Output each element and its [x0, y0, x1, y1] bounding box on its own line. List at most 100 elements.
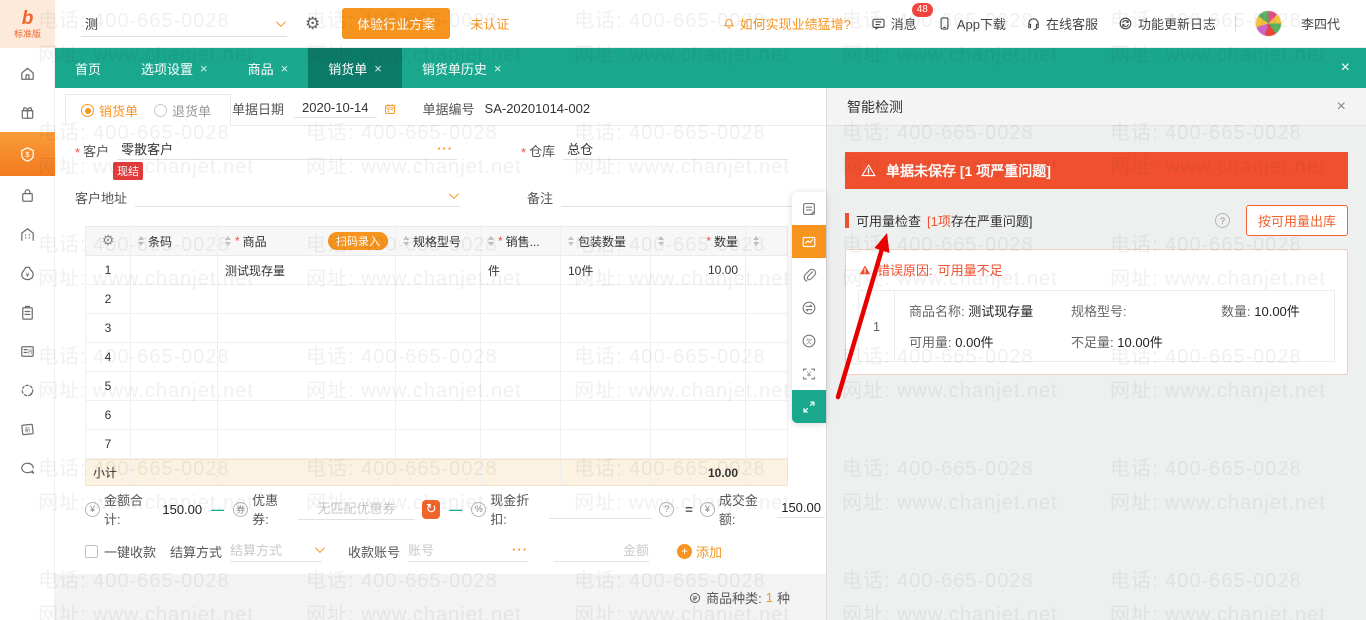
- avatar[interactable]: [1255, 10, 1282, 37]
- table-cell[interactable]: [396, 314, 481, 342]
- gear-icon[interactable]: ⚙: [305, 14, 320, 34]
- sidebar-item-new-doc[interactable]: 新: [0, 410, 55, 449]
- refresh-coupon-icon[interactable]: ↻: [422, 500, 440, 519]
- remark-input[interactable]: [561, 185, 791, 207]
- tabbar-close-icon[interactable]: ×: [1325, 59, 1366, 77]
- header-qty[interactable]: *数量: [651, 227, 746, 255]
- settle-method-input[interactable]: 结算方式: [230, 540, 322, 562]
- help-icon[interactable]: ?: [659, 502, 674, 517]
- tab-close-icon[interactable]: ×: [494, 61, 502, 76]
- table-cell[interactable]: [481, 372, 561, 400]
- customer-input[interactable]: 零散客户 ···: [117, 138, 457, 160]
- table-cell[interactable]: [651, 372, 746, 400]
- toolbar-paperclip-icon[interactable]: [792, 258, 826, 291]
- table-row[interactable]: 1测试现存量件10件10.00: [85, 256, 788, 285]
- cert-status[interactable]: 未认证: [470, 14, 509, 33]
- sidebar-item-sync[interactable]: [0, 371, 55, 410]
- table-cell[interactable]: [218, 430, 396, 458]
- table-cell[interactable]: [481, 285, 561, 313]
- toolbar-note-icon[interactable]: [792, 192, 826, 225]
- sort-icon[interactable]: [568, 236, 574, 246]
- doc-number-value[interactable]: SA-20201014-002: [485, 101, 591, 116]
- tab-close-icon[interactable]: ×: [374, 61, 382, 76]
- table-cell[interactable]: [561, 314, 651, 342]
- sort-icon[interactable]: [753, 236, 759, 246]
- sidebar-item-warehouse[interactable]: [0, 215, 55, 254]
- table-cell[interactable]: [481, 343, 561, 371]
- table-cell[interactable]: [218, 401, 396, 429]
- table-cell[interactable]: [746, 314, 787, 342]
- table-cell[interactable]: 测试现存量: [218, 256, 396, 284]
- table-cell[interactable]: [746, 343, 787, 371]
- table-cell[interactable]: [396, 285, 481, 313]
- table-cell[interactable]: [218, 285, 396, 313]
- sort-icon[interactable]: [658, 236, 664, 246]
- table-cell[interactable]: [561, 285, 651, 313]
- toolbar-yen-box-icon[interactable]: ¥: [792, 357, 826, 390]
- promo-link[interactable]: 如何实现业绩猛增?: [722, 14, 851, 33]
- table-cell[interactable]: [561, 401, 651, 429]
- table-cell[interactable]: [131, 372, 218, 400]
- table-cell[interactable]: [561, 430, 651, 458]
- add-payment-button[interactable]: +添加: [677, 542, 722, 561]
- table-row[interactable]: 7: [85, 430, 788, 459]
- ellipsis-picker-icon[interactable]: ···: [512, 542, 528, 557]
- address-input[interactable]: [135, 185, 460, 207]
- account-input[interactable]: 账号···: [408, 540, 528, 562]
- table-cell[interactable]: [218, 343, 396, 371]
- column-settings-icon[interactable]: ⚙: [102, 233, 115, 249]
- table-cell[interactable]: [481, 401, 561, 429]
- tab-商品[interactable]: 商品×: [228, 48, 309, 88]
- table-cell[interactable]: [131, 343, 218, 371]
- table-cell[interactable]: [131, 401, 218, 429]
- sidebar-item-shopping-bag[interactable]: [0, 176, 55, 215]
- warehouse-input[interactable]: 总仓: [563, 138, 788, 160]
- table-cell[interactable]: [131, 256, 218, 284]
- tab-销货单[interactable]: 销货单×: [308, 48, 402, 88]
- table-row[interactable]: 3: [85, 314, 788, 343]
- table-cell[interactable]: 2: [86, 285, 131, 313]
- table-cell[interactable]: [131, 285, 218, 313]
- table-cell[interactable]: [481, 314, 561, 342]
- payment-amount-input[interactable]: 金额: [554, 540, 649, 562]
- table-cell[interactable]: [396, 343, 481, 371]
- table-cell[interactable]: [396, 401, 481, 429]
- table-cell[interactable]: [651, 343, 746, 371]
- grid-settings-cell[interactable]: ⚙: [86, 227, 131, 255]
- calendar-icon[interactable]: [383, 102, 397, 116]
- table-cell[interactable]: [651, 285, 746, 313]
- table-cell[interactable]: [396, 256, 481, 284]
- table-cell[interactable]: [396, 430, 481, 458]
- sidebar-item-home[interactable]: [0, 54, 55, 93]
- sidebar-item-id-card[interactable]: R: [0, 332, 55, 371]
- table-cell[interactable]: [746, 401, 787, 429]
- table-cell[interactable]: [651, 401, 746, 429]
- table-cell[interactable]: [481, 430, 561, 458]
- sort-icon[interactable]: [488, 236, 494, 246]
- table-cell[interactable]: [561, 372, 651, 400]
- table-cell[interactable]: [396, 372, 481, 400]
- account-selector[interactable]: 测: [81, 11, 287, 37]
- sort-icon[interactable]: [403, 236, 409, 246]
- date-input[interactable]: 2020-10-14: [294, 100, 377, 118]
- tab-close-icon[interactable]: ×: [281, 61, 289, 76]
- radio-return-order[interactable]: 退货单: [154, 101, 211, 120]
- table-cell[interactable]: [651, 314, 746, 342]
- cash-discount-input[interactable]: [549, 499, 653, 519]
- tab-销货单历史[interactable]: 销货单历史×: [402, 48, 522, 88]
- sort-icon[interactable]: [138, 236, 144, 246]
- trial-industry-button[interactable]: 体验行业方案: [342, 8, 450, 39]
- table-cell[interactable]: 10.00: [651, 256, 746, 284]
- tab-close-icon[interactable]: ×: [200, 61, 208, 76]
- toolbar-exchange-icon[interactable]: [792, 291, 826, 324]
- header-barcode[interactable]: 条码: [131, 227, 218, 255]
- table-cell[interactable]: [218, 372, 396, 400]
- table-cell[interactable]: [131, 430, 218, 458]
- panel-close-icon[interactable]: ×: [1337, 98, 1346, 116]
- app-download-button[interactable]: App下载: [936, 14, 1006, 33]
- table-cell[interactable]: [131, 314, 218, 342]
- messages-button[interactable]: 消息48: [870, 14, 917, 33]
- help-icon[interactable]: ?: [1215, 213, 1230, 228]
- ellipsis-picker-icon[interactable]: ···: [437, 141, 453, 156]
- table-row[interactable]: 5: [85, 372, 788, 401]
